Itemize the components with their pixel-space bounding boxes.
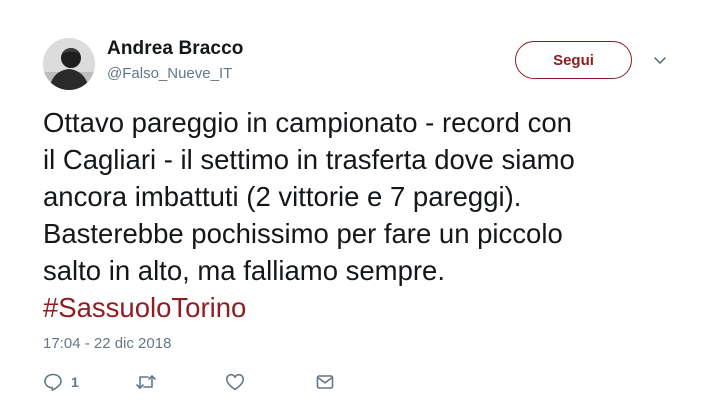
reply-icon [43, 372, 63, 392]
tweet-text-line: Ottavo pareggio in campionato - record c… [43, 107, 572, 138]
retweet-icon [135, 372, 157, 392]
author-handle[interactable]: @Falso_Nueve_IT [107, 65, 232, 82]
like-button[interactable] [225, 370, 245, 394]
tweet-actions: 1 [43, 370, 363, 394]
tweet-text: Ottavo pareggio in campionato - record c… [43, 104, 693, 326]
avatar[interactable] [43, 38, 95, 90]
retweet-button[interactable] [135, 370, 157, 394]
chevron-down-icon[interactable] [652, 54, 668, 66]
tweet-text-line: il Cagliari - il settimo in trasferta do… [43, 144, 575, 175]
direct-message-button[interactable] [315, 370, 335, 394]
reply-count: 1 [71, 374, 79, 390]
tweet-timestamp[interactable]: 17:04 - 22 dic 2018 [43, 335, 171, 352]
tweet-text-line: ancora imbattuti (2 vittorie e 7 pareggi… [43, 181, 522, 212]
hashtag-link[interactable]: #SassuoloTorino [43, 289, 693, 326]
follow-button[interactable]: Segui [515, 41, 632, 79]
reply-button[interactable]: 1 [43, 370, 79, 394]
user-photo-icon [43, 38, 95, 90]
author-name[interactable]: Andrea Bracco [107, 38, 243, 60]
tweet-text-line: salto in alto, ma falliamo sempre. [43, 255, 445, 286]
heart-icon [225, 372, 245, 392]
tweet-text-line: Basterebbe pochissimo per fare un piccol… [43, 218, 563, 249]
envelope-icon [315, 372, 335, 392]
tweet-card: Andrea Bracco @Falso_Nueve_IT Segui Otta… [0, 0, 712, 402]
